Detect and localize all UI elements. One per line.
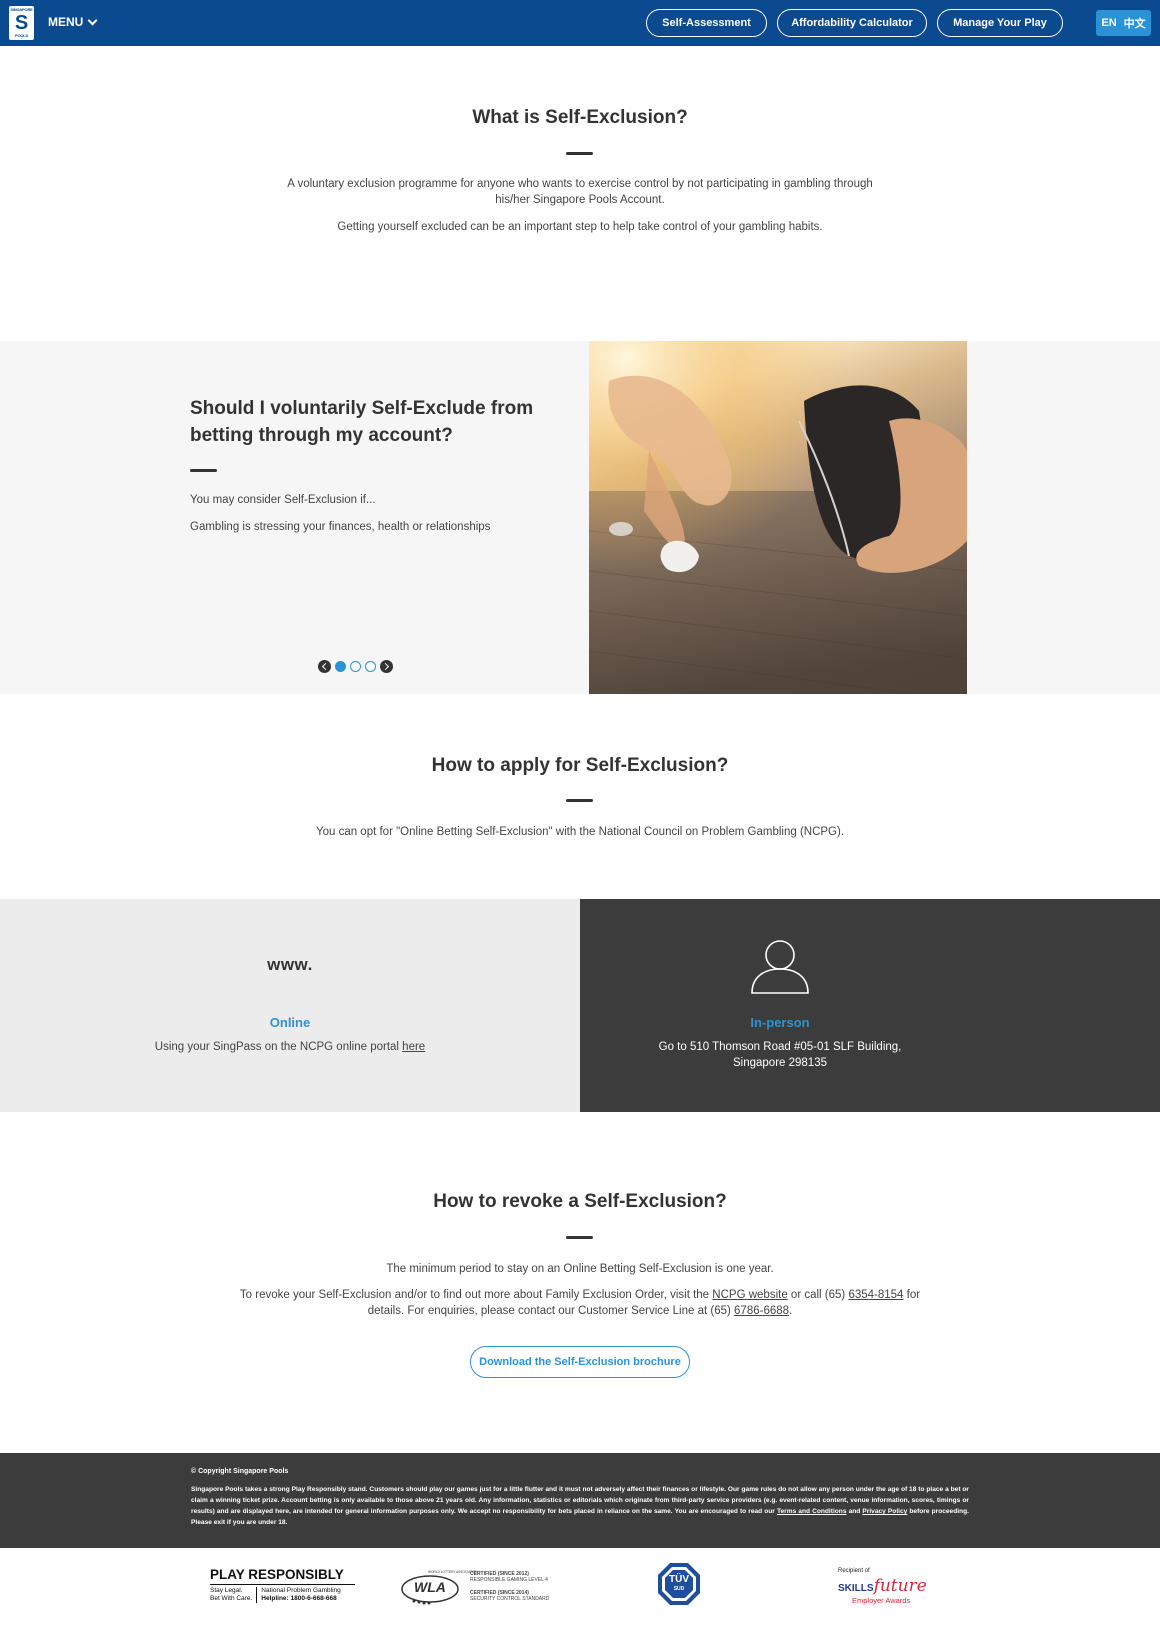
logo-mark: S — [14, 12, 29, 34]
carousel-dot-1[interactable] — [335, 661, 346, 672]
language-switcher[interactable]: EN 中文 — [1096, 10, 1151, 36]
manage-your-play-button[interactable]: Manage Your Play — [937, 9, 1063, 37]
carousel-pagination — [318, 660, 393, 673]
carousel-dot-3[interactable] — [365, 661, 376, 672]
wla-cert-2-desc: SECURITY CONTROL STANDARD — [470, 1596, 550, 1602]
carousel-paragraph-2: Gambling is stressing your finances, hea… — [190, 521, 491, 533]
apply-divider — [566, 799, 593, 802]
logo-text-bottom: POOLS — [14, 33, 28, 38]
revoke-paragraph-1: The minimum period to stay on an Online … — [386, 1263, 774, 1275]
person-icon — [751, 940, 809, 994]
intro-title: What is Self-Exclusion? — [472, 107, 688, 128]
ncpg-portal-link[interactable]: here — [402, 1041, 425, 1053]
revoke-text-b: or call (65) — [790, 1289, 846, 1301]
menu-button[interactable]: MENU — [48, 15, 98, 29]
carousel-prev-arrow[interactable] — [318, 660, 331, 673]
revoke-title: How to revoke a Self-Exclusion? — [433, 1191, 727, 1212]
footer-disclaimer: Singapore Pools takes a strong Play Resp… — [191, 1484, 969, 1528]
tuv-text: TÜV — [669, 1574, 689, 1585]
ncpg-website-link[interactable]: NCPG website — [712, 1289, 787, 1301]
carousel-divider — [190, 469, 217, 472]
copyright-text: © Copyright Singapore Pools — [191, 1468, 289, 1475]
customer-service-phone-link[interactable]: 6786-6688 — [734, 1305, 789, 1317]
revoke-paragraph-2: To revoke your Self-Exclusion and/or to … — [0, 1287, 1160, 1319]
intro-paragraph-2: Getting yourself excluded can be an impo… — [337, 221, 823, 233]
privacy-link[interactable]: Privacy Policy — [862, 1508, 907, 1515]
affordability-calculator-button[interactable]: Affordability Calculator — [777, 9, 927, 37]
sk-recipient: Recipient of — [838, 1568, 870, 1574]
carousel-title-line-2: betting through my account? — [190, 425, 453, 446]
inperson-title: In-person — [750, 1015, 810, 1030]
online-description: Using your SingPass on the NCPG online p… — [154, 1041, 399, 1053]
ncpg-phone-link[interactable]: 6354-8154 — [848, 1289, 903, 1301]
menu-label: MENU — [48, 15, 84, 29]
play-responsibly-title: PLAY RESPONSIBLY — [210, 1567, 355, 1585]
self-assessment-button[interactable]: Self-Assessment — [646, 9, 767, 37]
inperson-text: Go to 510 Thomson Road #05-01 SLF Buildi… — [580, 1039, 980, 1071]
tuv-sub-text: SUD — [673, 1586, 685, 1592]
carousel-section: Should I voluntarily Self-Exclude from b… — [0, 341, 1160, 694]
wla-text: WLA — [414, 1579, 446, 1595]
carousel-dot-2[interactable] — [350, 661, 361, 672]
lang-en[interactable]: EN — [1101, 17, 1116, 29]
wla-certification-logo: WLA WORLD LOTTERY ASSOCIATION CERTIFIED … — [400, 1570, 565, 1610]
revoke-divider — [566, 1236, 593, 1239]
pr-helpline-label: National Problem Gambling — [261, 1587, 341, 1594]
online-option-panel: www. Online Using your SingPass on the N… — [0, 899, 580, 1112]
skillsfuture-logo: Recipient of SKILLS future Employer Awar… — [838, 1568, 938, 1605]
revoke-line-1: To revoke your Self-Exclusion and/or to … — [0, 1287, 1160, 1303]
inperson-address-line-1: Go to 510 Thomson Road #05-01 SLF Buildi… — [658, 1041, 902, 1053]
play-responsibly-subtext: Stay Legal. Bet With Care. National Prob… — [210, 1587, 355, 1603]
apply-paragraph: You can opt for "Online Betting Self-Exc… — [315, 826, 845, 838]
sk-awards: Employer Awards — [852, 1596, 911, 1605]
wla-certifications: CERTIFIED (SINCE 2012) RESPONSIBLE GAMIN… — [470, 1571, 549, 1602]
wallet-hands-illustration — [589, 341, 967, 694]
singapore-pools-logo[interactable]: SINGAPORE S POOLS — [9, 6, 34, 40]
revoke-text-a: To revoke your Self-Exclusion and/or to … — [239, 1289, 710, 1301]
inperson-option-panel: In-person Go to 510 Thomson Road #05-01 … — [580, 899, 1160, 1112]
revoke-line-2: details. For enquiries, please contact o… — [0, 1303, 1160, 1319]
lang-zh[interactable]: 中文 — [1124, 15, 1146, 31]
online-text: Using your SingPass on the NCPG online p… — [0, 1039, 580, 1055]
carousel-paragraph-1: You may consider Self-Exclusion if... — [190, 494, 376, 506]
pr-bet-with-care: Bet With Care. — [210, 1595, 253, 1602]
play-responsibly-logo: PLAY RESPONSIBLY Stay Legal. Bet With Ca… — [210, 1567, 355, 1603]
carousel-next-arrow[interactable] — [380, 660, 393, 673]
footer: © Copyright Singapore Pools Singapore Po… — [0, 1453, 1160, 1548]
sk-skills: SKILLS — [838, 1583, 874, 1594]
inperson-address-line-2: Singapore 298135 — [733, 1057, 827, 1069]
pr-stay-legal: Stay Legal. — [210, 1587, 243, 1594]
top-nav-bar: SINGAPORE S POOLS MENU Self-Assessment A… — [0, 0, 1160, 46]
wla-cert-1-desc: RESPONSIBLE GAMING LEVEL 4 — [470, 1577, 548, 1583]
wallet-hands-photo — [589, 341, 967, 694]
sk-future: future — [873, 1576, 927, 1596]
apply-title: How to apply for Self-Exclusion? — [431, 755, 729, 776]
carousel-title: Should I voluntarily Self-Exclude from b… — [190, 395, 533, 449]
sk-wordmark: SKILLS future — [838, 1576, 938, 1596]
chevron-down-icon — [87, 15, 98, 25]
disclaimer-and: and — [848, 1508, 861, 1515]
carousel-title-line-1: Should I voluntarily Self-Exclude from — [190, 398, 534, 419]
tuv-sud-logo: TÜV SUD — [657, 1562, 701, 1610]
pr-helpline-number: Helpline: 1800-6-668-668 — [261, 1595, 337, 1602]
revoke-text-d: details. For enquiries, please contact o… — [367, 1305, 731, 1317]
download-brochure-button[interactable]: Download the Self-Exclusion brochure — [470, 1346, 690, 1378]
revoke-text-end: . — [789, 1305, 793, 1317]
www-icon: www. — [267, 955, 313, 974]
revoke-text-c: for — [906, 1289, 921, 1301]
terms-link[interactable]: Terms and Conditions — [777, 1508, 847, 1515]
intro-paragraph-1: A voluntary exclusion programme for anyo… — [287, 178, 873, 206]
online-title: Online — [269, 1015, 311, 1030]
title-divider — [566, 152, 593, 155]
